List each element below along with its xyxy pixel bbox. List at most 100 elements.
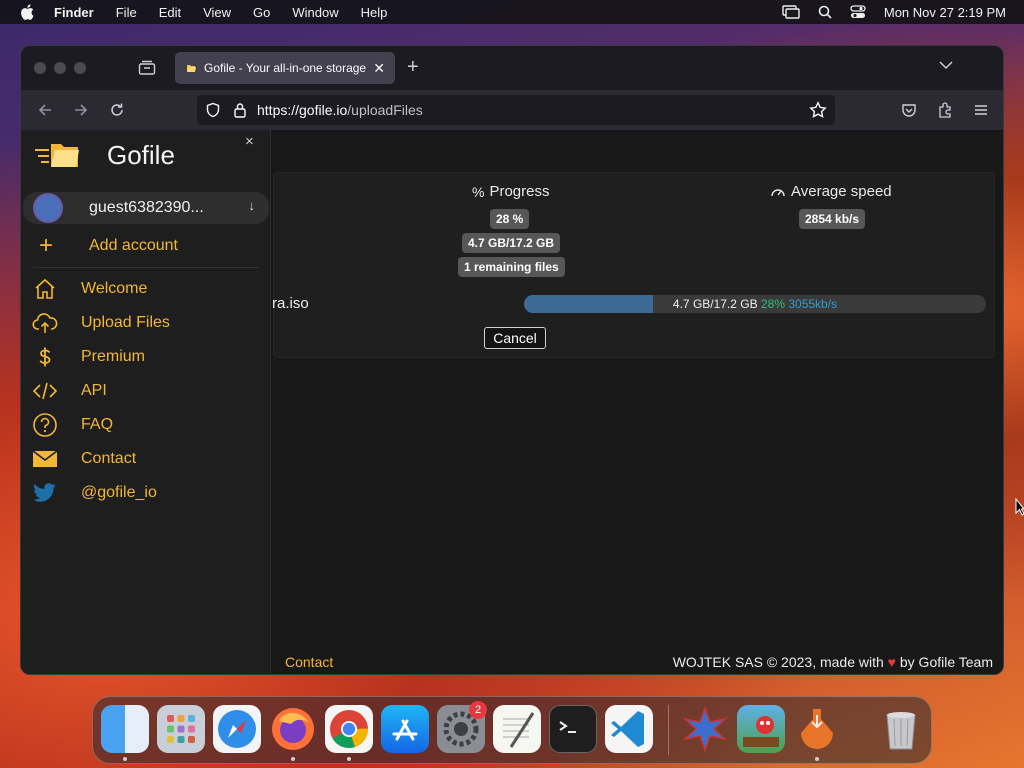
reload-icon[interactable] (109, 102, 125, 118)
chevron-down-icon[interactable] (939, 60, 953, 70)
speed-badge: 2854 kb/s (799, 209, 866, 229)
add-account-label: Add account (89, 237, 178, 254)
dock-textedit-icon[interactable] (493, 705, 541, 753)
question-icon (31, 411, 59, 439)
brand-name: Gofile (107, 139, 175, 170)
url-bar[interactable]: https://gofile.io/uploadFiles (197, 95, 835, 125)
sidebar-nav: Welcome Upload Files Premium API FAQ Con… (31, 272, 170, 510)
arrow-down-icon[interactable]: ↓ (249, 198, 256, 213)
account-selector[interactable]: guest6382390... ↓ (23, 192, 269, 224)
progress-header-label: Progress (489, 183, 550, 200)
menu-go[interactable]: Go (253, 5, 270, 20)
dock-installer-icon[interactable] (793, 705, 841, 753)
sidebar-item-label: @gofile_io (81, 484, 157, 501)
bar-percent: 28% (760, 297, 786, 311)
dock-running-indicator (347, 757, 351, 761)
control-center-icon[interactable] (850, 5, 866, 19)
close-window-button[interactable] (34, 62, 46, 74)
dock-chrome-icon[interactable] (325, 705, 373, 753)
firefox-view-icon[interactable] (138, 60, 156, 76)
url-text[interactable]: https://gofile.io/uploadFiles (257, 102, 423, 118)
window-controls (34, 62, 86, 74)
pocket-icon[interactable] (901, 102, 917, 118)
dock-launchpad-icon[interactable] (157, 705, 205, 753)
sidebar-close-icon[interactable]: × (245, 133, 254, 150)
progress-header: % Progress (472, 183, 549, 200)
hamburger-menu-icon[interactable] (973, 102, 989, 118)
gofile-favicon-icon (187, 65, 196, 72)
menu-app-name[interactable]: Finder (54, 5, 94, 20)
sidebar-item-welcome[interactable]: Welcome (31, 272, 170, 306)
menu-edit[interactable]: Edit (159, 5, 181, 20)
dock-finder-icon[interactable] (101, 705, 149, 753)
brand[interactable]: Gofile (35, 138, 175, 172)
dock-wireshark-icon[interactable] (681, 705, 729, 753)
forward-arrow-icon[interactable] (73, 102, 89, 118)
envelope-icon (31, 445, 59, 473)
credit-suffix: by Gofile Team (899, 654, 993, 670)
dock-terminal-icon[interactable] (549, 705, 597, 753)
screen-mirroring-icon[interactable] (782, 5, 800, 19)
dock-app-store-icon[interactable] (381, 705, 429, 753)
upload-panel: % Progress Average speed 28 % 4.7 GB/17.… (272, 172, 995, 358)
mouse-cursor-icon (1015, 498, 1024, 516)
bar-speed: 3055kb/s (788, 297, 838, 311)
tab-gofile[interactable]: Gofile - Your all-in-one storage ✕ (175, 52, 395, 84)
percent-icon: % (472, 183, 485, 200)
credit-prefix: WOJTEK SAS © 2023, made with (672, 654, 884, 670)
navigation-toolbar: https://gofile.io/uploadFiles (21, 90, 1003, 130)
shield-icon[interactable] (205, 102, 221, 118)
sidebar-item-label: Premium (81, 348, 146, 365)
sidebar-item-contact[interactable]: Contact (31, 442, 170, 476)
back-arrow-icon[interactable] (37, 102, 53, 118)
menu-view[interactable]: View (203, 5, 231, 20)
speed-header: Average speed (770, 183, 892, 200)
bar-size: 4.7 GB/17.2 GB (672, 297, 758, 311)
search-icon[interactable] (818, 5, 832, 19)
sidebar-item-twitter[interactable]: @gofile_io (31, 476, 170, 510)
menu-file[interactable]: File (116, 5, 137, 20)
avatar (33, 193, 63, 223)
extensions-icon[interactable] (937, 102, 953, 118)
settings-notification-badge: 2 (469, 701, 487, 719)
dock-trash-icon[interactable] (877, 705, 925, 753)
footer-credit: WOJTEK SAS © 2023, made with ♥ by Gofile… (673, 654, 993, 670)
sidebar-item-premium[interactable]: Premium (31, 340, 170, 374)
minimize-window-button[interactable] (54, 62, 66, 74)
size-badge: 4.7 GB/17.2 GB (462, 233, 561, 253)
dock-firefox-icon[interactable] (269, 705, 317, 753)
apple-icon[interactable] (20, 4, 34, 20)
percent-badge: 28 % (490, 209, 530, 229)
star-icon[interactable] (809, 101, 827, 119)
add-account-button[interactable]: + Add account (39, 232, 178, 260)
tab-title: Gofile - Your all-in-one storage (204, 61, 367, 75)
zoom-window-button[interactable] (74, 62, 86, 74)
sidebar-item-api[interactable]: API (31, 374, 170, 408)
tab-close-icon[interactable]: ✕ (373, 60, 385, 77)
dock-safari-icon[interactable] (213, 705, 261, 753)
dock-running-indicator (123, 757, 127, 761)
dock-game-icon[interactable] (737, 705, 785, 753)
cloud-upload-icon (31, 309, 59, 337)
sidebar-item-label: Contact (81, 450, 137, 467)
dock-vscode-icon[interactable] (605, 705, 653, 753)
menu-help[interactable]: Help (361, 5, 388, 20)
sidebar-item-label: Upload Files (81, 314, 170, 331)
tab-bar: Gofile - Your all-in-one storage ✕ + (21, 46, 1003, 90)
sidebar-item-faq[interactable]: FAQ (31, 408, 170, 442)
home-icon (31, 275, 59, 303)
dock: 2 (92, 696, 932, 764)
sidebar-item-label: Welcome (81, 280, 148, 297)
cancel-button[interactable]: Cancel (484, 327, 546, 349)
menu-window[interactable]: Window (292, 5, 338, 20)
new-tab-icon[interactable]: + (407, 56, 419, 79)
lock-icon[interactable] (233, 102, 247, 118)
menu-clock[interactable]: Mon Nov 27 2:19 PM (884, 5, 1006, 20)
dock-running-indicator (291, 757, 295, 761)
menu-bar: Finder File Edit View Go Window Help Mon… (0, 0, 1024, 24)
dock-separator (668, 705, 669, 755)
page-content: % Progress Average speed 28 % 4.7 GB/17.… (21, 130, 1003, 674)
sidebar-divider (33, 267, 259, 268)
footer-contact-link[interactable]: Contact (285, 654, 333, 670)
sidebar-item-upload-files[interactable]: Upload Files (31, 306, 170, 340)
